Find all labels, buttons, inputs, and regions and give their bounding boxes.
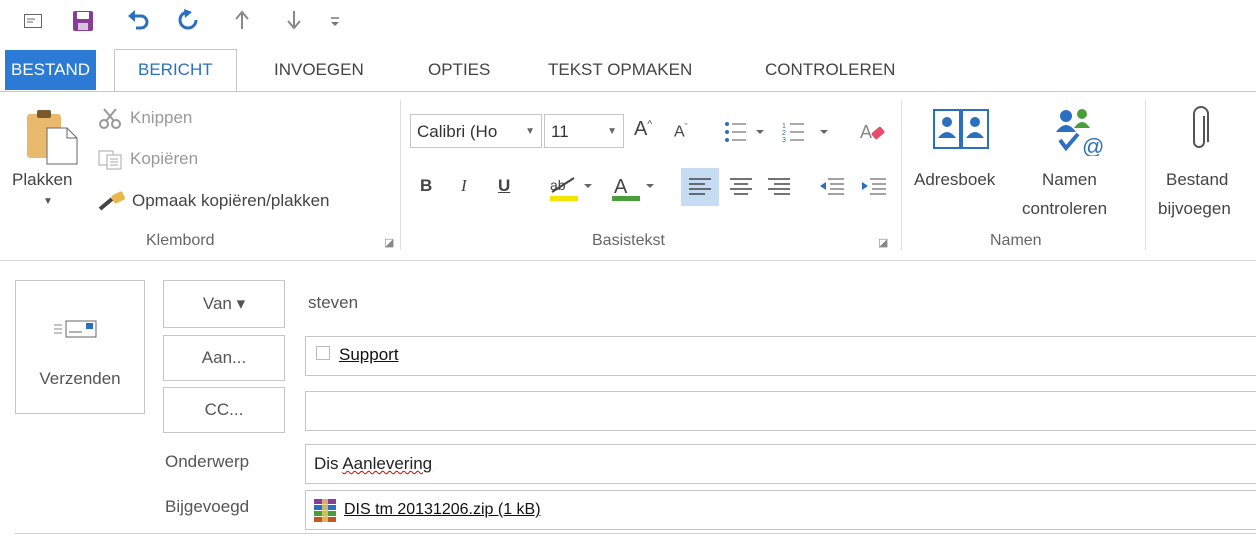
attach-file-label-2[interactable]: bijvoegen xyxy=(1158,199,1231,219)
header-divider xyxy=(15,533,1256,534)
quick-access-toolbar xyxy=(0,0,1256,44)
increase-indent-icon[interactable] xyxy=(858,168,890,206)
align-center-icon[interactable] xyxy=(724,168,758,206)
tab-message[interactable]: BERICHT xyxy=(114,49,237,92)
check-names-icon[interactable]: @ xyxy=(1052,106,1108,156)
align-left-button[interactable] xyxy=(681,168,719,206)
align-right-icon[interactable] xyxy=(762,168,796,206)
svg-text:1: 1 xyxy=(782,123,786,130)
underline-button[interactable]: U xyxy=(498,176,510,196)
clipboard-group-label: Klembord xyxy=(146,232,215,249)
bold-button[interactable]: B xyxy=(420,176,432,196)
checkbox-icon xyxy=(316,346,330,360)
group-separator xyxy=(400,100,401,250)
subject-value: Dis Aanlevering xyxy=(314,454,433,473)
copy-button[interactable]: Kopiëren xyxy=(130,149,198,169)
svg-text:A: A xyxy=(614,176,628,198)
attachment-file[interactable]: DIS tm 20131206.zip (1 kB) xyxy=(344,501,541,519)
format-painter-button[interactable]: Opmaak kopiëren/plakken xyxy=(132,191,330,211)
attach-file-label-1[interactable]: Bestand xyxy=(1166,170,1228,190)
up-arrow-icon[interactable] xyxy=(234,10,250,30)
check-names-label-1[interactable]: Namen xyxy=(1042,170,1097,190)
grow-font-icon[interactable]: A^ xyxy=(634,118,652,141)
send-button[interactable]: Verzenden xyxy=(15,280,145,414)
from-value: steven xyxy=(308,293,359,312)
font-size-value: 11 xyxy=(551,122,569,141)
italic-button[interactable]: I xyxy=(461,176,467,196)
basic-text-launcher-icon[interactable]: ◪ xyxy=(878,236,888,249)
undo-icon[interactable] xyxy=(126,8,150,32)
shrink-font-icon[interactable]: Aˇ xyxy=(674,122,688,141)
highlight-icon[interactable]: ab xyxy=(548,172,594,204)
address-book-button[interactable]: Adresboek xyxy=(914,170,995,190)
bullets-icon[interactable] xyxy=(724,120,766,144)
font-size-select[interactable]: 11 ▼ xyxy=(544,114,624,148)
window-icon[interactable] xyxy=(24,14,42,28)
svg-text:2: 2 xyxy=(782,130,786,137)
check-names-label-2[interactable]: controleren xyxy=(1022,199,1107,219)
format-painter-icon xyxy=(98,191,126,211)
clear-formatting-icon[interactable]: A xyxy=(860,120,888,144)
cc-field[interactable] xyxy=(305,391,1256,431)
from-button[interactable]: Van ▾ xyxy=(163,280,285,328)
subject-label: Onderwerp xyxy=(165,452,250,471)
send-label: Verzenden xyxy=(39,369,121,388)
basic-text-group-label: Basistekst xyxy=(592,232,665,249)
redo-icon[interactable] xyxy=(176,8,200,32)
to-recipient[interactable]: Support xyxy=(339,345,399,365)
group-separator xyxy=(901,100,902,250)
ribbon: Plakken ▼ Knippen Kopiëren Opmaak kopiër… xyxy=(0,91,1256,261)
svg-text:A: A xyxy=(860,122,872,142)
paperclip-icon[interactable] xyxy=(1190,106,1212,156)
copy-icon xyxy=(98,150,124,170)
zip-archive-icon xyxy=(312,497,340,523)
attached-label: Bijgevoegd xyxy=(165,497,250,516)
ribbon-tabs: BESTAND BERICHT INVOEGEN OPTIES TEKST OP… xyxy=(0,46,1256,94)
tab-options[interactable]: OPTIES xyxy=(418,50,500,90)
to-button[interactable]: Aan... xyxy=(163,335,285,381)
down-arrow-icon[interactable] xyxy=(286,10,302,30)
font-name-select[interactable]: Calibri (Ho ▼ xyxy=(410,114,542,148)
svg-text:3: 3 xyxy=(782,137,786,144)
group-separator xyxy=(1145,100,1146,250)
decrease-indent-icon[interactable] xyxy=(816,168,848,206)
save-icon[interactable] xyxy=(72,10,94,32)
font-name-value: Calibri (Ho xyxy=(417,122,498,141)
tab-insert[interactable]: INVOEGEN xyxy=(264,50,374,90)
address-book-icon[interactable] xyxy=(932,106,992,156)
scissors-icon xyxy=(98,108,122,130)
cut-button[interactable]: Knippen xyxy=(130,108,192,128)
paste-icon[interactable] xyxy=(25,108,79,166)
misspelled-word: Aanlevering xyxy=(342,454,433,473)
numbering-icon[interactable]: 123 xyxy=(782,120,830,144)
tab-review[interactable]: CONTROLEREN xyxy=(755,50,905,90)
tab-file[interactable]: BESTAND xyxy=(5,50,97,90)
customize-icon[interactable] xyxy=(330,16,340,28)
attachments-field[interactable]: DIS tm 20131206.zip (1 kB) xyxy=(305,490,1256,530)
paste-dropdown-icon[interactable]: ▼ xyxy=(43,196,53,207)
send-icon xyxy=(52,319,104,339)
clipboard-launcher-icon[interactable]: ◪ xyxy=(384,236,394,249)
to-field[interactable]: Support xyxy=(305,336,1256,376)
tab-format-text[interactable]: TEKST OPMAKEN xyxy=(538,50,702,90)
subject-field[interactable]: Dis Aanlevering xyxy=(305,444,1256,484)
cc-button[interactable]: CC... xyxy=(163,387,285,433)
svg-text:@: @ xyxy=(1082,134,1104,156)
font-color-icon[interactable]: A xyxy=(610,172,656,204)
paste-button[interactable]: Plakken xyxy=(12,170,72,190)
names-group-label: Namen xyxy=(990,232,1042,249)
chevron-down-icon: ▼ xyxy=(525,126,535,137)
chevron-down-icon: ▼ xyxy=(607,126,617,137)
